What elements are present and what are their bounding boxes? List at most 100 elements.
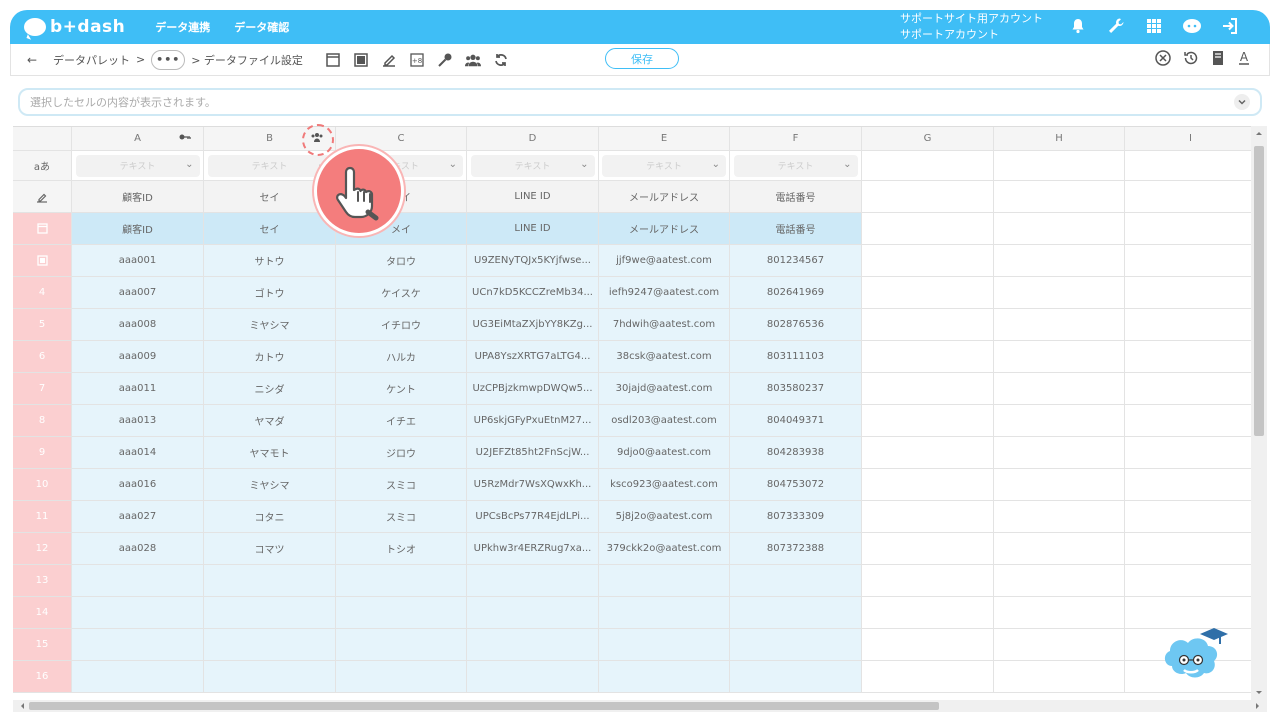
data-cell[interactable]: UCn7kD5KCCZreMb34... xyxy=(467,277,599,309)
empty-cell[interactable] xyxy=(1125,341,1251,373)
vertical-scroll-thumb[interactable] xyxy=(1254,146,1264,436)
row-number[interactable]: 14 xyxy=(13,597,72,629)
logout-icon[interactable] xyxy=(1220,16,1240,36)
mascot-icon[interactable] xyxy=(1158,626,1228,690)
data-cell[interactable]: ジロウ xyxy=(336,437,467,469)
empty-cell[interactable] xyxy=(1125,245,1251,277)
data-cell[interactable]: UPkhw3r4ERZRug7xa... xyxy=(467,533,599,565)
data-cell[interactable]: 30jajd@aatest.com xyxy=(599,373,730,405)
empty-cell[interactable] xyxy=(994,501,1125,533)
account-info[interactable]: サポートサイト用アカウント サポートアカウント xyxy=(900,11,1043,43)
data-cell[interactable] xyxy=(204,661,336,693)
row-number[interactable]: 9 xyxy=(13,437,72,469)
label-cell[interactable]: メールアドレス xyxy=(599,213,730,245)
data-cell[interactable] xyxy=(204,597,336,629)
formula-icon[interactable]: +8 xyxy=(409,52,425,68)
data-cell[interactable] xyxy=(599,565,730,597)
data-cell[interactable]: 804283938 xyxy=(730,437,862,469)
empty-cell[interactable] xyxy=(1125,565,1251,597)
bell-icon[interactable] xyxy=(1068,16,1088,36)
empty-cell[interactable] xyxy=(862,565,994,597)
history-icon[interactable] xyxy=(1183,50,1199,69)
data-cell[interactable]: 38csk@aatest.com xyxy=(599,341,730,373)
data-cell[interactable]: ニシダ xyxy=(204,373,336,405)
save-button[interactable]: 保存 xyxy=(605,48,679,69)
data-cell[interactable] xyxy=(467,629,599,661)
key-icon[interactable] xyxy=(437,52,453,68)
data-cell[interactable] xyxy=(72,629,204,661)
window-icon[interactable] xyxy=(325,52,341,68)
row-number[interactable]: 12 xyxy=(13,533,72,565)
data-cell[interactable]: aaa008 xyxy=(72,309,204,341)
empty-cell[interactable] xyxy=(862,213,994,245)
row-number[interactable]: 5 xyxy=(13,309,72,341)
empty-cell[interactable] xyxy=(994,181,1125,213)
empty-cell[interactable] xyxy=(862,245,994,277)
help-mascot-icon[interactable] xyxy=(1182,16,1202,36)
data-cell[interactable] xyxy=(204,629,336,661)
data-cell[interactable]: aaa027 xyxy=(72,501,204,533)
horizontal-scroll-thumb[interactable] xyxy=(29,702,939,710)
empty-cell[interactable] xyxy=(1125,437,1251,469)
data-cell[interactable]: 9djo0@aatest.com xyxy=(599,437,730,469)
data-cell[interactable] xyxy=(336,597,467,629)
empty-cell[interactable] xyxy=(1125,597,1251,629)
wrench-icon[interactable] xyxy=(1106,16,1126,36)
note-icon[interactable] xyxy=(1211,50,1225,69)
row-number[interactable]: 11 xyxy=(13,501,72,533)
data-cell[interactable] xyxy=(730,629,862,661)
label-cell[interactable]: 電話番号 xyxy=(730,213,862,245)
data-cell[interactable]: サトウ xyxy=(204,245,336,277)
empty-cell[interactable] xyxy=(1125,309,1251,341)
column-header-g[interactable]: G xyxy=(862,127,994,151)
empty-cell[interactable] xyxy=(994,565,1125,597)
data-cell[interactable]: ミヤシマ xyxy=(204,469,336,501)
data-cell[interactable]: 5j8j2o@aatest.com xyxy=(599,501,730,533)
data-cell[interactable]: ケント xyxy=(336,373,467,405)
data-cell[interactable] xyxy=(72,565,204,597)
row-number[interactable]: 13 xyxy=(13,565,72,597)
data-cell[interactable]: 807372388 xyxy=(730,533,862,565)
vertical-scrollbar[interactable] xyxy=(1251,126,1267,700)
column-header-i[interactable]: I xyxy=(1125,127,1251,151)
users-icon[interactable] xyxy=(464,52,481,68)
label-cell[interactable]: セイ xyxy=(204,213,336,245)
data-cell[interactable]: jjf9we@aatest.com xyxy=(599,245,730,277)
empty-cell[interactable] xyxy=(994,661,1125,693)
data-cell[interactable]: トシオ xyxy=(336,533,467,565)
empty-cell[interactable] xyxy=(862,181,994,213)
empty-cell[interactable] xyxy=(994,213,1125,245)
data-cell[interactable]: aaa001 xyxy=(72,245,204,277)
empty-cell[interactable] xyxy=(862,405,994,437)
data-cell[interactable]: aaa016 xyxy=(72,469,204,501)
empty-cell[interactable] xyxy=(994,373,1125,405)
label-cell[interactable]: 顧客ID xyxy=(72,213,204,245)
data-cell[interactable]: ケイスケ xyxy=(336,277,467,309)
data-cell[interactable]: 803111103 xyxy=(730,341,862,373)
app-logo[interactable]: b+dash xyxy=(24,17,125,37)
data-cell[interactable]: aaa013 xyxy=(72,405,204,437)
empty-cell[interactable] xyxy=(1125,151,1251,181)
label-cell[interactable]: LINE ID xyxy=(467,213,599,245)
close-circle-icon[interactable] xyxy=(1155,50,1171,69)
data-cell[interactable] xyxy=(72,661,204,693)
type-select[interactable]: テキスト ⌄ xyxy=(602,154,726,177)
empty-cell[interactable] xyxy=(994,277,1125,309)
edit-icon[interactable] xyxy=(381,52,397,68)
data-cell[interactable]: ハルカ xyxy=(336,341,467,373)
row-number[interactable]: 7 xyxy=(13,373,72,405)
data-cell[interactable]: U2JEFZt85ht2FnScjW... xyxy=(467,437,599,469)
empty-cell[interactable] xyxy=(862,533,994,565)
grid-apps-icon[interactable] xyxy=(1144,16,1164,36)
data-cell[interactable]: 7hdwih@aatest.com xyxy=(599,309,730,341)
column-header-d[interactable]: D xyxy=(467,127,599,151)
nav-data-integration[interactable]: データ連携 xyxy=(155,19,210,35)
data-cell[interactable]: UPCsBcPs77R4EjdLPi... xyxy=(467,501,599,533)
row-number[interactable]: 10 xyxy=(13,469,72,501)
data-cell[interactable]: ゴトウ xyxy=(204,277,336,309)
type-select[interactable]: テキスト ⌄ xyxy=(75,154,200,177)
row-number[interactable]: 4 xyxy=(13,277,72,309)
empty-cell[interactable] xyxy=(1125,405,1251,437)
data-cell[interactable]: スミコ xyxy=(336,469,467,501)
column-header-f[interactable]: F xyxy=(730,127,862,151)
